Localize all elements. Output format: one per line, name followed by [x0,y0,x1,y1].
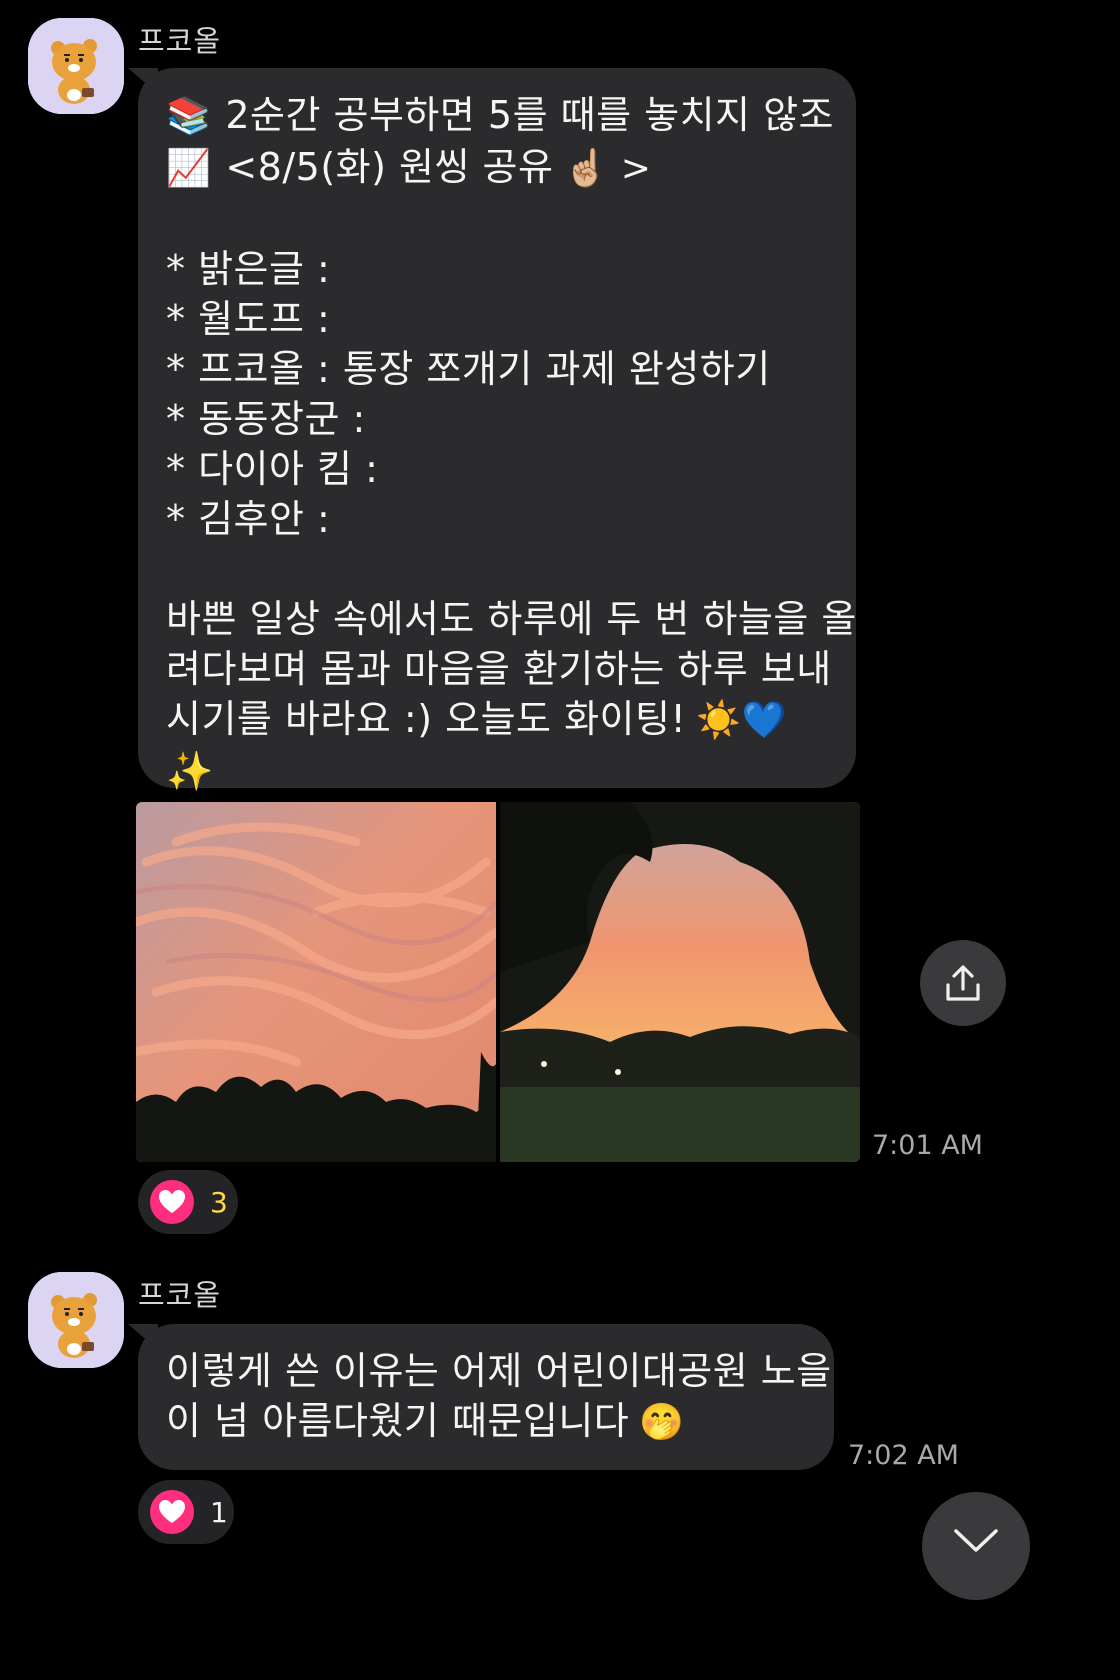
message-line: 바쁜 일상 속에서도 하루에 두 번 하늘을 올 [166,594,856,644]
emoji-icon: 🤭 [639,1402,685,1443]
line-text: 이 넘 아름다웠기 때문입니다 [166,1399,630,1443]
message-time: 7:02 AM [848,1440,959,1471]
line-text: * 월도프 : [166,297,331,341]
line-text: * 동동장군 : [166,397,366,441]
message-line: ✨ [166,746,828,796]
line-text: 2순간 공부하면 5를 때를 놓치지 않조 [225,93,835,137]
emoji-icon: 📚 [166,96,212,137]
line-text: * 김후안 : [166,497,331,541]
sender-name: 프코올 [138,1278,222,1312]
line-text: ✨ [166,749,214,793]
message-time: 7:01 AM [872,1130,983,1161]
message-line: 이렇게 쓴 이유는 어제 어린이대공원 노을 [166,1346,831,1396]
line-text: 려다보며 몸과 마음을 환기하는 하루 보내 [166,647,832,691]
line-text: 이렇게 쓴 이유는 어제 어린이대공원 노을 [166,1349,832,1393]
message-line: * 김후안 : [166,494,828,544]
chevron-down-icon [954,1529,998,1552]
scroll-to-bottom-button[interactable] [922,1492,1030,1600]
reaction-chip[interactable]: 3 [138,1170,238,1234]
message-line: * 월도프 : [166,294,828,344]
emoji-icon: ☀️💙 [696,700,787,741]
message-text: 📚 2순간 공부하면 5를 때를 놓치지 않조 📈 <8/5(화) 원씽 공유 ☝🏼 >… [166,90,856,796]
chat-screen: 프코올 📚 2순간 공부하면 5를 때를 놓치지 않조 📈 <8/5(화) 원씽 공유… [0,0,1120,1680]
heart-icon [150,1490,194,1534]
reaction-count: 1 [210,1495,228,1529]
message-bubble[interactable]: 이렇게 쓴 이유는 어제 어린이대공원 노을 이 넘 아름다웠기 때문입니다 🤭 [128,1324,834,1470]
message-line: 📈 <8/5(화) 원씽 공유 ☝🏼 > [166,142,828,194]
share-button[interactable] [920,940,1006,1026]
sender-name: 프코올 [138,24,222,58]
sender-avatar[interactable] [28,18,124,114]
message-line: 려다보며 몸과 마음을 환기하는 하루 보내 [166,644,831,694]
message-bubble[interactable]: 📚 2순간 공부하면 5를 때를 놓치지 않조 📈 <8/5(화) 원씽 공유 ☝🏼 >… [128,68,856,793]
line-text: 바쁜 일상 속에서도 하루에 두 번 하늘을 올 [166,597,857,641]
emoji-icon: ☝🏼 > [563,148,652,189]
line-text: * 프코올 : 통장 쪼개기 과제 완성하기 [166,347,771,391]
sunset-park-photo[interactable] [500,802,860,1162]
sunset-clouds-photo[interactable] [136,802,496,1162]
sender-avatar[interactable] [28,1272,124,1368]
ryan-character-icon [28,18,124,114]
message-line: * 다이아 킴 : [166,444,828,494]
reaction-count: 3 [210,1185,228,1219]
message-line: * 동동장군 : [166,394,828,444]
emoji-icon: 📈 [166,148,212,189]
ryan-character-icon [28,1272,124,1368]
message-line: * 밝은글 : [166,244,828,294]
line-text: 시기를 바라요 :) 오늘도 화이팅! [166,697,687,741]
line-text: * 밝은글 : [166,247,331,291]
message-line: * 프코올 : 통장 쪼개기 과제 완성하기 [166,344,828,394]
message-line: 이 넘 아름다웠기 때문입니다 🤭 [166,1396,806,1448]
message-line: 📚 2순간 공부하면 5를 때를 놓치지 않조 [166,90,834,142]
message-text: 이렇게 쓴 이유는 어제 어린이대공원 노을 이 넘 아름다웠기 때문입니다 🤭 [166,1346,831,1448]
share-upload-icon [946,965,980,1001]
heart-icon [150,1180,194,1224]
line-text: <8/5(화) 원씽 공유 [225,145,554,189]
reaction-chip[interactable]: 1 [138,1480,234,1544]
line-text: * 다이아 킴 : [166,447,379,491]
message-line: 시기를 바라요 :) 오늘도 화이팅! ☀️💙 [166,694,828,746]
